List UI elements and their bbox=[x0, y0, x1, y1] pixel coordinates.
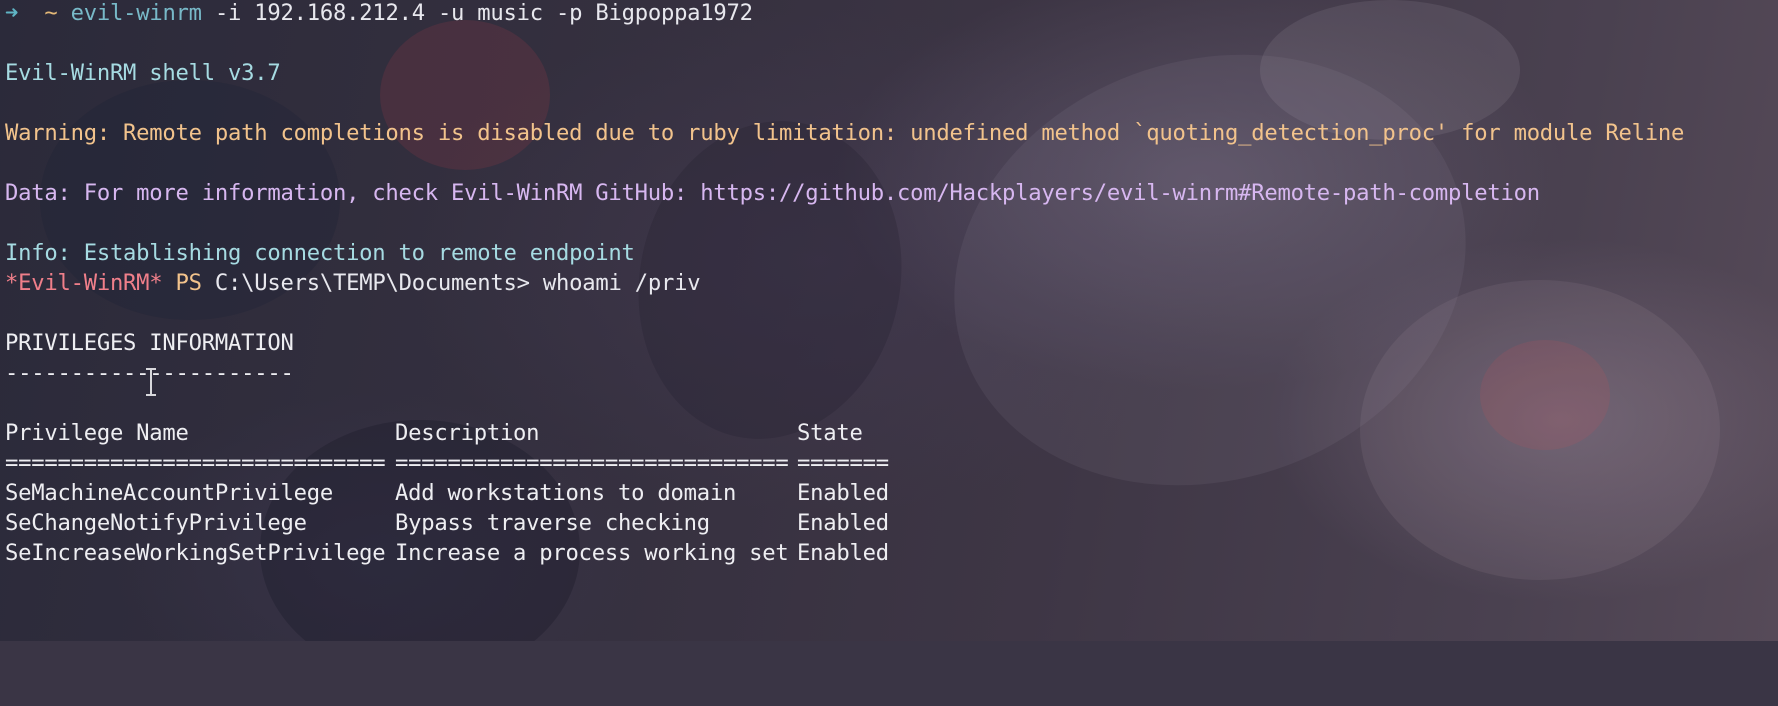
column-header-privilege-name: Privilege Name bbox=[5, 420, 189, 446]
privilege-state: Enabled bbox=[797, 540, 889, 566]
ps-label: PS bbox=[175, 270, 202, 296]
table-row: SeIncreaseWorkingSetPrivilege Increase a… bbox=[5, 536, 1005, 570]
privileges-title: PRIVILEGES INFORMATION bbox=[5, 330, 294, 356]
shell-banner: Evil-WinRM shell v3.7 bbox=[5, 60, 281, 86]
command-line: ➜ ~ evil-winrm -i 192.168.212.4 -u music… bbox=[5, 0, 753, 30]
privilege-name: SeMachineAccountPrivilege bbox=[5, 480, 333, 506]
shell-tag: *Evil-WinRM* bbox=[5, 270, 163, 296]
prompt-path: C:\Users\TEMP\Documents> bbox=[214, 270, 530, 296]
separator: ============================= bbox=[5, 450, 386, 476]
column-header-description: Description bbox=[395, 420, 540, 446]
table-row: SeChangeNotifyPrivilege Bypass traverse … bbox=[5, 506, 1005, 540]
command-args: -i 192.168.212.4 -u music -p Bigpoppa197… bbox=[214, 0, 753, 26]
privilege-state: Enabled bbox=[797, 510, 889, 536]
warning-message: Warning: Remote path completions is disa… bbox=[5, 120, 1685, 146]
privilege-description: Add workstations to domain bbox=[395, 480, 737, 506]
table-row: SeMachineAccountPrivilege Add workstatio… bbox=[5, 476, 1005, 510]
prompt-arrow-icon: ➜ bbox=[5, 0, 19, 26]
data-message: Data: For more information, check Evil-W… bbox=[5, 180, 1540, 206]
command-name: evil-winrm bbox=[70, 0, 202, 26]
info-message: Info: Establishing connection to remote … bbox=[5, 240, 635, 266]
privilege-description: Increase a process working set bbox=[395, 540, 789, 566]
text-cursor-icon bbox=[146, 368, 156, 396]
separator: ======= bbox=[797, 450, 889, 476]
privilege-name: SeIncreaseWorkingSetPrivilege bbox=[5, 540, 386, 566]
privilege-state: Enabled bbox=[797, 480, 889, 506]
column-header-state: State bbox=[797, 420, 863, 446]
powershell-prompt-line: *Evil-WinRM* PS C:\Users\TEMP\Documents>… bbox=[5, 266, 701, 300]
separator: ============================== bbox=[395, 450, 789, 476]
table-separator-row: ============================= ==========… bbox=[5, 446, 1005, 480]
prompt-cwd: ~ bbox=[44, 0, 58, 26]
privilege-description: Bypass traverse checking bbox=[395, 510, 710, 536]
table-header-row: Privilege Name Description State bbox=[5, 416, 1005, 450]
privilege-name: SeChangeNotifyPrivilege bbox=[5, 510, 307, 536]
terminal-output[interactable]: ➜ ~ evil-winrm -i 192.168.212.4 -u music… bbox=[0, 0, 1778, 641]
typed-command: whoami /priv bbox=[542, 270, 701, 296]
